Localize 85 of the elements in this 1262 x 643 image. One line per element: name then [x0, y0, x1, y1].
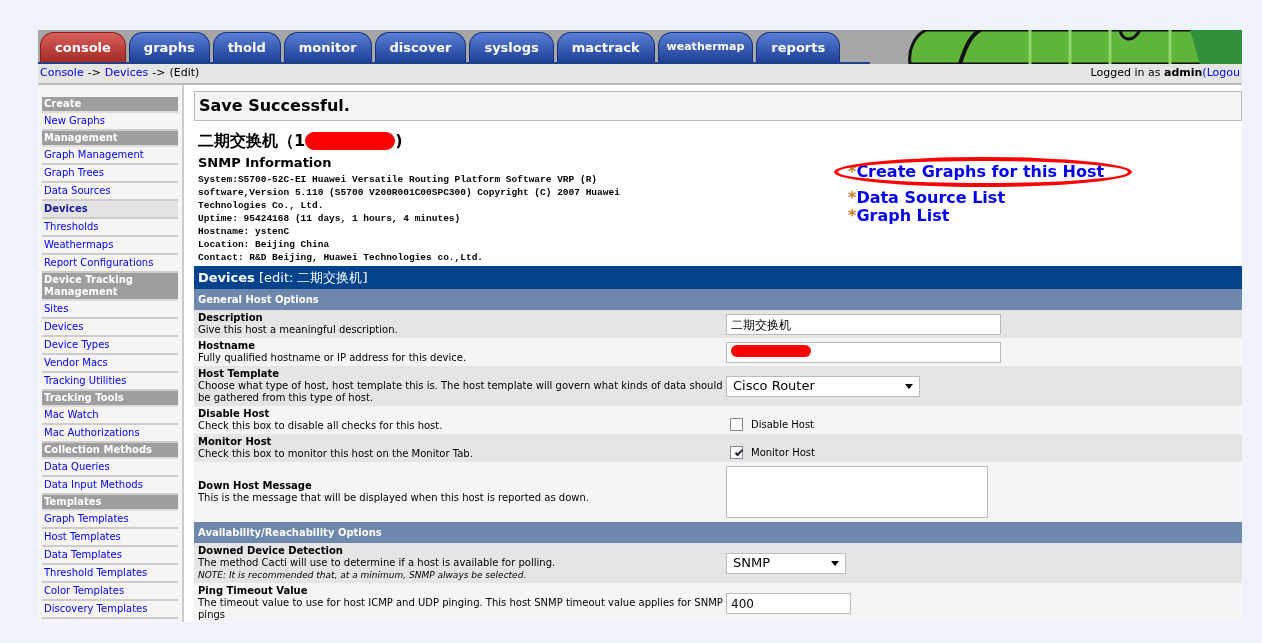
sidebar-link[interactable]: Device Types [42, 337, 178, 355]
snmp-heading: SNMP Information [198, 154, 333, 172]
host-action-link[interactable]: Graph List [856, 206, 950, 225]
host-title-end: ) [395, 130, 403, 152]
sidebar-link[interactable]: Devices [42, 319, 178, 337]
nav-tab[interactable]: console [40, 32, 126, 62]
login-status: Logged in as admin [1090, 65, 1203, 82]
checkbox[interactable] [730, 417, 743, 431]
breadcrumb-link[interactable]: Console [40, 65, 84, 82]
field-description: Fully qualified hostname or IP address for this device. [198, 352, 468, 364]
text-field[interactable]: 二期交换机 [726, 313, 1001, 335]
sidebar-heading: Device Tracking Management [42, 273, 178, 301]
breadcrumb-separator: -> [152, 65, 166, 82]
field-description: Check this box to monitor this host on the Monitor Tab. [198, 448, 474, 460]
breadcrumb-link[interactable]: Devices [104, 65, 149, 82]
sidebar-heading: Create [42, 97, 178, 113]
field-label: Host Template [198, 368, 280, 379]
checkbox-label: Disable Host [751, 417, 815, 432]
sidebar-link[interactable]: Vendor Macs [42, 355, 178, 373]
host-title: 二期交换机（1 [198, 130, 306, 152]
nav-tab[interactable]: thold [212, 32, 281, 62]
breadcrumb-separator: -> [87, 65, 101, 82]
snmp-info-line: Uptime: 95424168 (11 days, 1 hours, 4 minutes) [198, 211, 462, 225]
sidebar-link[interactable]: Discovery Templates [42, 601, 178, 619]
sidebar-link[interactable]: Weathermaps [42, 237, 178, 255]
checkbox[interactable] [730, 445, 743, 459]
sidebar-link[interactable]: Data Queries [42, 459, 178, 477]
success-message: Save Successful. [194, 91, 1242, 121]
snmp-info-line: Hostname: ystenC [198, 224, 291, 238]
section-header: Availability/Reachability Options [194, 522, 1242, 543]
form-header: Devices [edit: 二期交换机] [194, 265, 1242, 289]
sidebar-link[interactable]: Host Templates [42, 529, 178, 547]
logout-link[interactable]: (Logou [1202, 65, 1240, 82]
host-action-link[interactable]: Data Source List [856, 188, 1006, 207]
textarea-field[interactable] [726, 466, 988, 518]
field-label: Description [198, 312, 263, 323]
field-description: The method Cacti will use to determine if a host is available for polling. [198, 557, 557, 569]
snmp-info-line: Contact: R&D Beijing, Huawei Technologies co.,Ltd. [198, 250, 485, 264]
snmp-info-line: System:S5700-52C-EI Huawei Versatile Routing Platform Software VRP (R) software,Version 5.110 (S5700 V200R001C00SPC300) Copyright (C) 2007 Huawei Technologies Co., Ltd. [198, 172, 621, 212]
checkbox-label: Monitor Host [751, 445, 815, 460]
field-label: Hostname [198, 340, 256, 351]
sidebar-link[interactable]: Graph Trees [42, 165, 178, 183]
sidebar-heading: Tracking Tools [42, 391, 178, 407]
text-field[interactable] [726, 341, 1001, 363]
field-description: The timeout value to use for host ICMP and UDP pinging. This host SNMP timeout value applies for SNMP pings [198, 597, 724, 621]
text-field[interactable]: 400 [726, 592, 851, 614]
field-label: Disable Host [198, 408, 270, 419]
field-label: Monitor Host [198, 436, 272, 447]
field-label: Down Host Message [198, 480, 312, 491]
nav-tab[interactable]: weathermap [657, 32, 754, 62]
field-note: NOTE: It is recommended that, at a minimum, SNMP always be selected. [198, 569, 528, 581]
field-description: This is the message that will be displayed when this host is reported as down. [198, 492, 590, 504]
field-description: Choose what type of host, host template this is. The host template will govern what kinds of data should be gathered from this type of host. [198, 380, 724, 404]
nav-tab[interactable]: graphs [128, 32, 210, 62]
field-description: Give this host a meaningful description. [198, 324, 399, 336]
nav-tab[interactable]: syslogs [469, 32, 554, 62]
nav-tab[interactable]: reports [756, 32, 841, 62]
sidebar-link[interactable]: Threshold Templates [42, 565, 178, 583]
field-label: Ping Timeout Value [198, 585, 308, 596]
sidebar-link[interactable]: Graph Management [42, 147, 178, 165]
sidebar-link[interactable]: Sites [42, 301, 178, 319]
host-action-link[interactable]: Create Graphs for this Host [856, 162, 1105, 181]
bullet-mark: * [848, 188, 857, 207]
dropdown[interactable]: Cisco Router [726, 375, 920, 397]
sidebar-link[interactable]: Data Templates [42, 547, 178, 565]
sidebar-link[interactable]: Thresholds [42, 219, 178, 237]
sidebar-link[interactable]: Graph Templates [42, 511, 178, 529]
section-header: General Host Options [194, 289, 1242, 310]
sidebar-heading: Templates [42, 495, 178, 511]
nav-tab[interactable]: discover [374, 32, 467, 62]
field-label: Downed Device Detection [198, 545, 343, 556]
caret-icon [905, 383, 913, 389]
sidebar-link[interactable]: Devices [42, 201, 178, 219]
nav-tab[interactable]: mactrack [556, 32, 655, 62]
caret-icon [831, 560, 839, 566]
nav-tab[interactable]: monitor [283, 32, 372, 62]
sidebar-link[interactable]: Color Templates [42, 583, 178, 601]
sidebar-heading: Collection Methods [42, 443, 178, 459]
snmp-info-line: Location: Beijing China [198, 237, 331, 251]
dropdown[interactable]: SNMP [726, 552, 846, 574]
field-description: Check this box to disable all checks for this host. [198, 420, 444, 432]
breadcrumb-current: (Edit) [169, 65, 200, 82]
sidebar-link[interactable]: Mac Watch [42, 407, 178, 425]
sidebar-heading: Management [42, 131, 178, 147]
bullet-mark: * [848, 206, 857, 225]
